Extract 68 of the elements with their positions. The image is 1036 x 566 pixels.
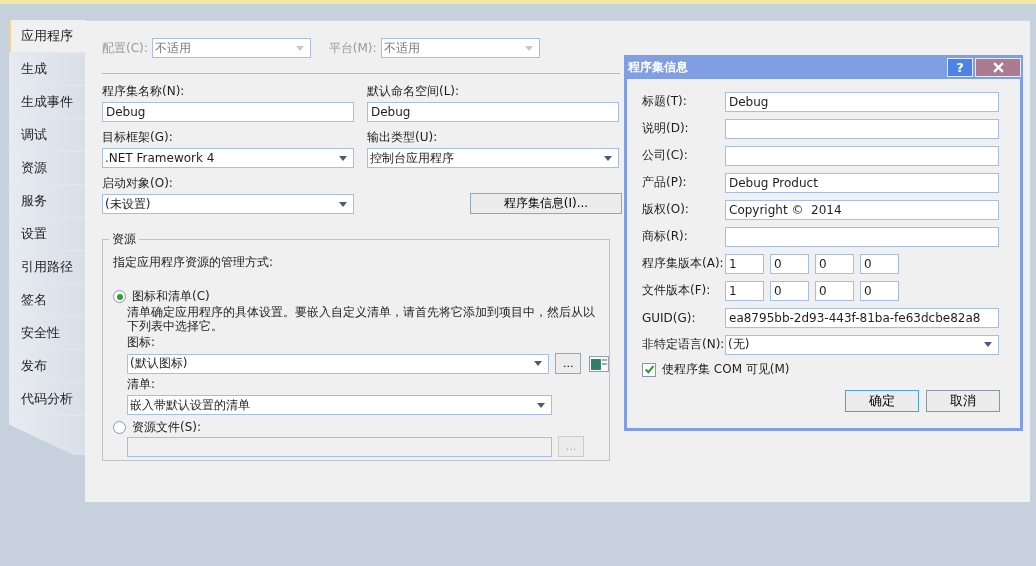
input-field[interactable]: Debug: [725, 91, 999, 112]
field-label: GUID(G):: [642, 310, 697, 325]
caret-icon: [295, 45, 304, 51]
version-field[interactable]: 0: [770, 253, 809, 274]
field-label: 清单:: [127, 376, 157, 393]
ok-button[interactable]: 确定: [845, 390, 919, 412]
field-label: 公司(C):: [642, 147, 689, 164]
version-field[interactable]: 0: [815, 253, 854, 274]
field-label: 程序集版本(A):: [642, 255, 725, 272]
assembly-info-button[interactable]: 程序集信息(I)...: [470, 193, 622, 214]
caret-icon: [339, 155, 347, 161]
field-label: 默认命名空间(L):: [367, 83, 461, 100]
window-title: 程序集信息: [628, 58, 689, 76]
field-label: 说明(D):: [642, 120, 690, 137]
input-field[interactable]: [725, 145, 999, 166]
radio-label: 资源文件(S):: [132, 419, 202, 436]
input-field[interactable]: Copyright © 2014: [725, 199, 999, 220]
version-field[interactable]: 0: [815, 280, 854, 301]
field-label: 输出类型(U):: [367, 129, 439, 146]
field-label: 图标:: [127, 334, 157, 351]
field-label: 非特定语言(N):: [642, 336, 725, 353]
dropdown[interactable]: (未设置): [102, 194, 354, 214]
checkbox[interactable]: [642, 362, 656, 377]
version-field[interactable]: 0: [770, 280, 809, 301]
field-label: 产品(P):: [642, 174, 688, 191]
help-button[interactable]: ?: [947, 57, 973, 77]
input-field[interactable]: Debug: [367, 102, 619, 122]
field-label: 程序集名称(N):: [102, 83, 186, 100]
close-button[interactable]: [975, 57, 1021, 77]
dropdown[interactable]: 控制台应用程序: [367, 148, 619, 168]
caret-icon: [537, 402, 545, 408]
field-label: 配置(C):: [102, 39, 148, 57]
caret-icon: [604, 155, 612, 161]
dropdown[interactable]: (默认图标): [127, 353, 550, 374]
group-title: 资源: [109, 231, 139, 248]
radio-button[interactable]: [113, 290, 126, 303]
cancel-button[interactable]: 取消: [926, 390, 1000, 412]
caret-icon: [984, 342, 992, 347]
window-icon: [589, 355, 609, 372]
field-label: 商标(R):: [642, 228, 689, 245]
version-field[interactable]: 1: [725, 253, 764, 274]
description-text: 清单确定应用程序的具体设置。要嵌入自定义清单，请首先将它添加到项目中，然后从以下列表中选择它。: [127, 305, 596, 333]
input-field[interactable]: [725, 226, 999, 247]
field-label: 启动对象(O):: [102, 175, 174, 192]
input-field[interactable]: ea8795bb-2d93-443f-81ba-fe63dcbe82a8: [725, 307, 999, 328]
version-field[interactable]: 0: [860, 280, 899, 301]
caret-icon: [524, 45, 533, 51]
browse-button[interactable]: ...: [555, 353, 582, 374]
radio-label: 图标和清单(C): [132, 288, 210, 305]
caret-icon: [534, 361, 543, 366]
checkbox-label: 使程序集 COM 可见(M): [662, 361, 790, 378]
input-field[interactable]: Debug Product: [725, 172, 999, 193]
caret-icon: [339, 201, 347, 207]
close-icon: [992, 61, 1004, 73]
field-label: 文件版本(F):: [642, 282, 712, 299]
field-label: 平台(M):: [328, 39, 377, 57]
input-field[interactable]: [725, 118, 999, 139]
field-label: 标题(T):: [642, 93, 688, 110]
version-field[interactable]: 1: [725, 280, 764, 301]
field-label: 版权(O):: [642, 201, 690, 218]
dropdown[interactable]: .NET Framework 4: [102, 148, 354, 168]
field-label: 目标框架(G):: [102, 129, 174, 146]
version-field[interactable]: 0: [860, 253, 899, 274]
description-text: 指定应用程序资源的管理方式:: [113, 254, 275, 271]
dropdown[interactable]: 嵌入带默认设置的清单: [127, 395, 552, 415]
input-field[interactable]: Debug: [102, 102, 354, 122]
dropdown[interactable]: (无): [725, 334, 999, 355]
sidebar-tab[interactable]: 应用程序: [9, 20, 85, 53]
